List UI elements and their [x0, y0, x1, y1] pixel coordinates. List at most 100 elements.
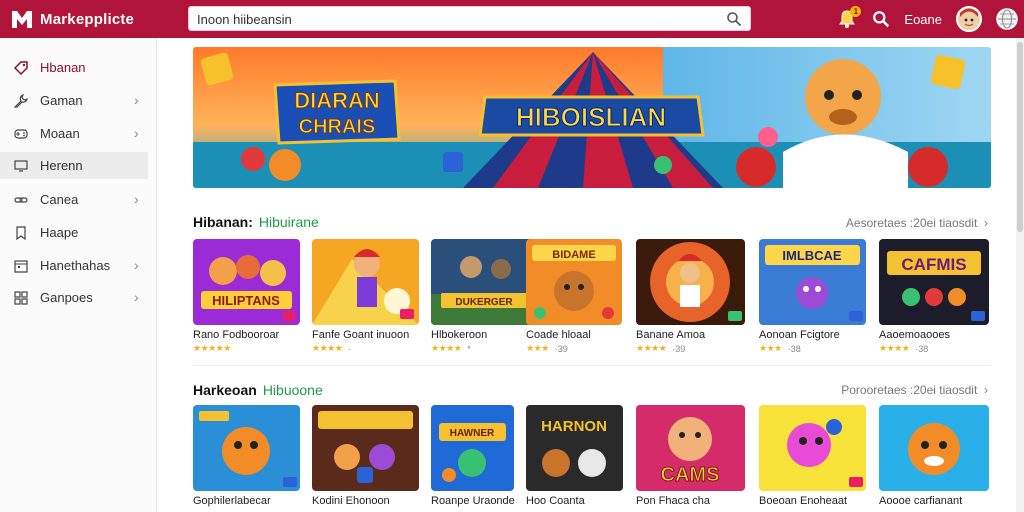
wrench-icon — [14, 93, 28, 108]
game-card[interactable]: DUKERGER Hlbokeroon ★★★★ * — [431, 239, 538, 354]
svg-text:CHRAIS: CHRAIS — [299, 116, 376, 138]
rating-value: ·39 — [554, 343, 568, 354]
sidebar: Hbanan Gaman › Moaan › Herenn Canea › Ha… — [0, 38, 157, 512]
search-input[interactable] — [197, 10, 717, 28]
section-heading: Hibanan: — [193, 214, 253, 230]
game-card[interactable]: HILIPTANS Rano Fodbooroar ★★★★★ — [193, 239, 300, 354]
game-thumbnail: DUKERGER — [431, 239, 538, 325]
tag-icon — [14, 60, 28, 75]
avatar[interactable] — [956, 6, 982, 32]
game-card[interactable]: CAFMIS Aaoemoaooes ★★★★ ·38 — [879, 239, 989, 354]
sidebar-item-label: Gaman — [40, 93, 83, 108]
star-rating: ★★★★ — [636, 343, 667, 353]
chevron-right-icon: › — [134, 92, 139, 108]
game-card[interactable]: Boeoan Enoheaat — [759, 405, 866, 507]
rating-value: * — [467, 343, 471, 354]
game-card[interactable]: Kodini Ehonoon — [312, 405, 419, 507]
rating-row: ★★★★ ·39 — [636, 343, 743, 354]
svg-text:HARNON: HARNON — [541, 418, 607, 435]
page-scrollbar[interactable] — [1016, 38, 1024, 512]
monitor-icon — [14, 159, 28, 172]
svg-text:DUKERGER: DUKERGER — [455, 297, 513, 308]
calendar-icon — [14, 259, 28, 273]
rating-value: ·38 — [787, 343, 801, 354]
star-rating: ★★★ — [526, 343, 549, 353]
game-title: Aonoan Fcigtore — [759, 329, 840, 341]
account-label[interactable]: Eoane — [904, 12, 942, 27]
game-card[interactable]: Aoooe carfianant — [879, 405, 989, 507]
brand-name: Markepplicte — [40, 10, 135, 28]
chevron-right-icon: › — [980, 383, 988, 397]
game-card[interactable]: HARNON Hoo Coanta — [526, 405, 633, 507]
section-accent: Hibuirane — [258, 214, 319, 230]
sidebar-item-2[interactable]: Moaan › — [0, 120, 148, 147]
sidebar-item-4[interactable]: Canea › — [0, 186, 148, 213]
globe-icon[interactable] — [996, 8, 1018, 30]
sidebar-item-5[interactable]: Haape — [0, 219, 148, 246]
svg-text:CAFMIS: CAFMIS — [901, 255, 966, 274]
game-thumbnail: CAFMIS — [879, 239, 989, 325]
game-title: Gophilerlabecar — [193, 495, 271, 507]
rating-value: ·38 — [915, 343, 929, 354]
game-thumbnail: HAWNER — [431, 405, 514, 491]
hero-banner[interactable]: DIARAN CHRAIS HIBOISLIAN — [193, 47, 991, 188]
svg-text:HAWNER: HAWNER — [450, 428, 495, 439]
game-thumbnail — [879, 405, 989, 491]
game-card[interactable]: CAMS Pon Fhaca cha — [636, 405, 745, 507]
game-card[interactable]: Fanfe Goant inuoon ★★★★ · — [312, 239, 419, 354]
scrollbar-thumb[interactable] — [1017, 42, 1023, 232]
game-thumbnail — [312, 239, 419, 325]
section-accent: Hibuoone — [262, 382, 323, 398]
svg-text:CAMS: CAMS — [661, 464, 720, 486]
game-thumbnail: HILIPTANS — [193, 239, 300, 325]
section-heading: Harkeoan — [193, 382, 257, 398]
game-title: Hoo Coanta — [526, 495, 585, 507]
star-rating: ★★★★★ — [193, 343, 231, 353]
game-card[interactable]: HAWNER Roanpe Uraonde — [431, 405, 538, 507]
sidebar-item-label: Moaan — [40, 126, 80, 141]
game-card[interactable]: IMLBCAE Aonoan Fcigtore ★★★ ·38 — [759, 239, 866, 354]
game-title: Banane Amoa — [636, 329, 706, 341]
game-thumbnail — [312, 405, 419, 491]
game-thumbnail: HARNON — [526, 405, 623, 491]
game-title: Aaoemoaooes — [879, 329, 950, 341]
sidebar-item-1[interactable]: Gaman › — [0, 87, 148, 114]
sidebar-item-0[interactable]: Hbanan — [0, 54, 148, 81]
see-all-link[interactable]: Porooretaes :20ei tiaosdit › — [841, 383, 988, 397]
chevron-right-icon: › — [134, 125, 139, 141]
game-title: Roanpe Uraonde — [431, 495, 515, 507]
search-bar[interactable] — [188, 6, 751, 31]
game-title: Fanfe Goant inuoon — [312, 329, 410, 341]
hero-banner-art: DIARAN CHRAIS HIBOISLIAN — [193, 47, 991, 188]
sidebar-item-3[interactable]: Herenn — [0, 152, 148, 179]
chevron-right-icon: › — [980, 216, 988, 230]
rating-row: ★★★ ·38 — [759, 343, 866, 354]
top-bar: Markepplicte 1 Eoane — [0, 0, 1024, 38]
game-title: Rano Fodbooroar — [193, 329, 280, 341]
game-thumbnail — [193, 405, 300, 491]
brand-logo-icon — [12, 11, 32, 28]
svg-text:HILIPTANS: HILIPTANS — [212, 293, 280, 308]
game-card[interactable]: BIDAME Coade hloaal ★★★ ·39 — [526, 239, 633, 354]
rating-row: ★★★★★ — [193, 343, 300, 354]
controller-icon — [14, 128, 28, 139]
svg-text:DIARAN: DIARAN — [294, 88, 380, 113]
brand[interactable]: Markepplicte — [10, 7, 134, 31]
search-icon[interactable] — [726, 11, 742, 27]
notifications-button[interactable]: 1 — [836, 6, 862, 30]
game-title: Hlbokeroon — [431, 329, 488, 341]
game-title: Boeoan Enoheaat — [759, 495, 848, 507]
game-card[interactable]: Banane Amoa ★★★★ ·39 — [636, 239, 745, 354]
game-card[interactable]: Gophilerlabecar — [193, 405, 300, 507]
sidebar-item-label: Ganpoes — [40, 290, 93, 305]
star-rating: ★★★★ — [312, 343, 343, 353]
sidebar-item-label: Hanethahas — [40, 258, 111, 273]
sidebar-item-6[interactable]: Hanethahas › — [0, 252, 148, 279]
sidebar-item-7[interactable]: Ganpoes › — [0, 284, 148, 311]
rating-row: ★★★★ * — [431, 343, 538, 354]
section-divider — [193, 365, 991, 366]
search-icon[interactable] — [872, 10, 890, 28]
chevron-right-icon: › — [134, 289, 139, 305]
game-title: Pon Fhaca cha — [636, 495, 710, 507]
see-all-link[interactable]: Aesoretaes :20ei tiaosdit › — [846, 216, 988, 230]
